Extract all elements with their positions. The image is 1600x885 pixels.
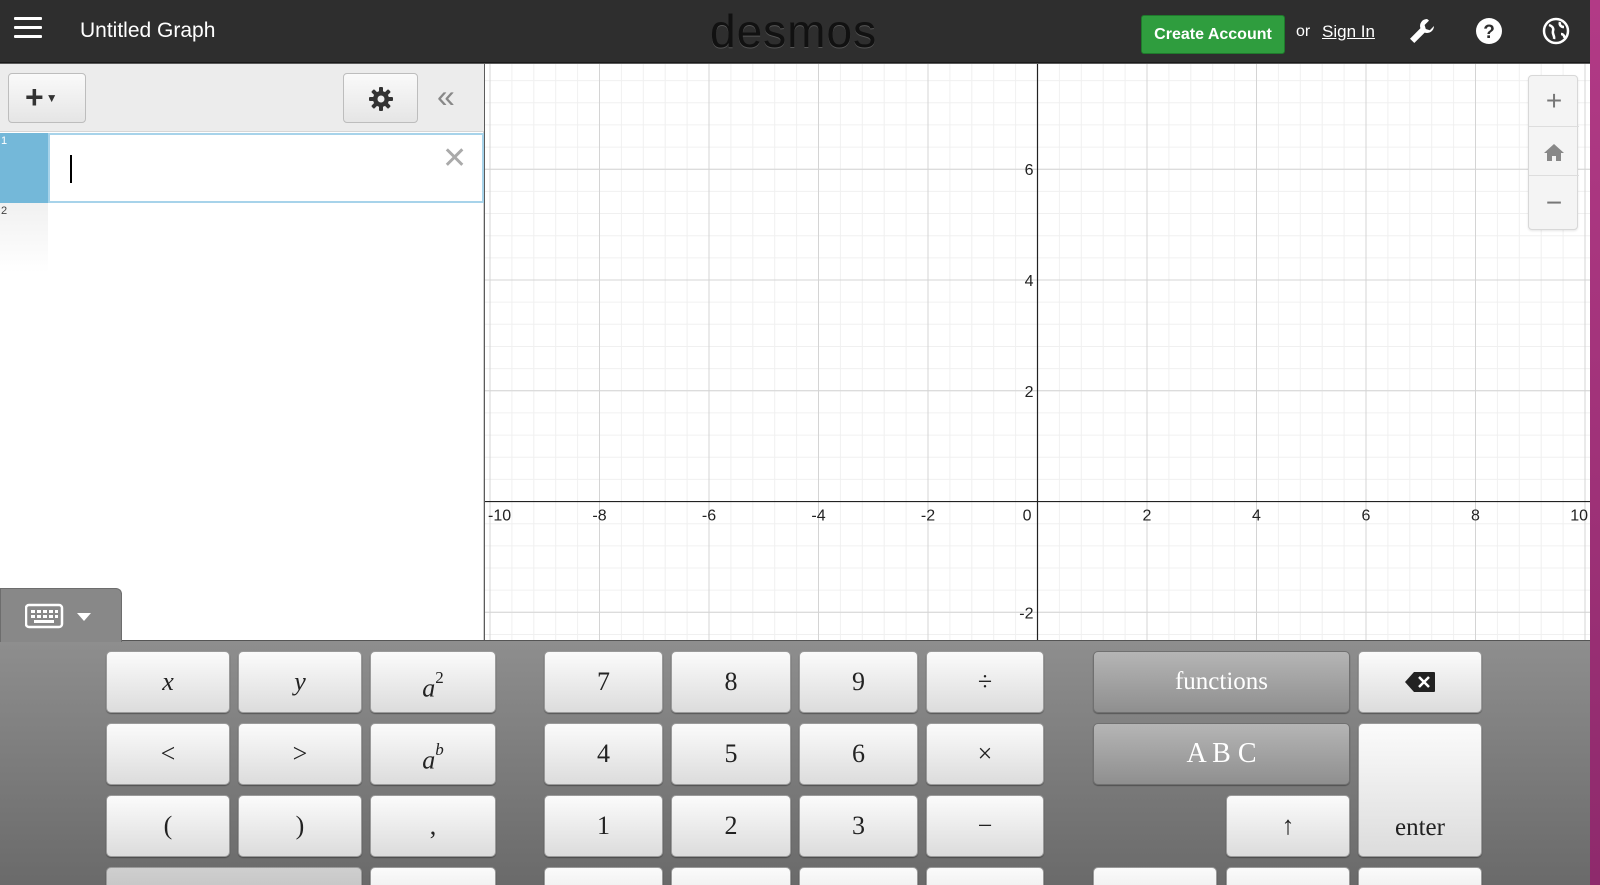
key-2[interactable]: 2 [671, 795, 791, 857]
y-tick-label: 4 [1025, 273, 1034, 290]
expression-tab[interactable]: 2 [0, 203, 48, 273]
y-tick-label: 6 [1025, 162, 1034, 179]
key-9[interactable]: 9 [799, 651, 918, 713]
abc-button[interactable]: A B C [1093, 723, 1350, 785]
key-exp-2: 2 [435, 668, 444, 687]
graph-canvas[interactable]: -10 -8 -6 -4 -2 0 2 4 6 8 10 6 4 2 -2 [485, 64, 1590, 640]
or-label: or [1296, 23, 1311, 40]
keyboard-key[interactable] [1093, 867, 1217, 885]
svg-text:?: ? [1483, 22, 1495, 43]
x-tick-label: -10 [488, 508, 511, 525]
wrench-icon[interactable] [1405, 14, 1439, 48]
expression-tab[interactable]: 1 [0, 133, 48, 203]
add-item-button[interactable]: + ▼ [8, 73, 86, 123]
key-4[interactable]: 4 [544, 723, 663, 785]
keyboard-key[interactable] [926, 867, 1044, 885]
gear-icon [369, 87, 393, 111]
keyboard-toggle-button[interactable] [0, 588, 122, 642]
key-multiply[interactable]: × [926, 723, 1044, 785]
x-tick-label: 8 [1471, 508, 1480, 525]
keyboard-key[interactable] [106, 867, 362, 885]
shift-up-button[interactable]: ↑ [1226, 795, 1350, 857]
math-keyboard: x y a2 < > ab ( ) , 7 8 9 ÷ 4 5 6 × 1 2 … [0, 640, 1590, 885]
enter-button[interactable]: enter [1358, 723, 1482, 857]
key-x[interactable]: x [106, 651, 230, 713]
expression-number: 2 [1, 205, 8, 217]
keyboard-key[interactable] [671, 867, 791, 885]
key-less-than[interactable]: < [106, 723, 230, 785]
key-right-paren[interactable]: ) [238, 795, 362, 857]
zoom-in-button[interactable]: + [1529, 76, 1579, 126]
expression-input[interactable]: ✕ [48, 133, 484, 203]
delete-expression-icon[interactable]: ✕ [442, 141, 467, 176]
zoom-controls: + − [1528, 75, 1579, 230]
graph-paper[interactable]: -10 -8 -6 -4 -2 0 2 4 6 8 10 6 4 2 -2 [485, 64, 1590, 640]
x-tick-label: -8 [592, 508, 606, 525]
key-5[interactable]: 5 [671, 723, 791, 785]
expression-row[interactable]: 1 ✕ [0, 133, 484, 203]
y-tick-label: 2 [1025, 384, 1034, 401]
x-tick-label: 0 [1023, 508, 1032, 525]
key-greater-than[interactable]: > [238, 723, 362, 785]
x-tick-label: 6 [1362, 508, 1371, 525]
key-power[interactable]: ab [370, 723, 496, 785]
x-tick-label: 10 [1570, 508, 1588, 525]
x-tick-label: -4 [811, 508, 825, 525]
text-cursor [70, 155, 72, 183]
key-base-a: a [422, 673, 436, 703]
expression-list-panel: + ▼ « 1 ✕ 2 [0, 64, 484, 640]
key-minus[interactable]: − [926, 795, 1044, 857]
key-comma[interactable]: , [370, 795, 496, 857]
expression-row[interactable]: 2 [0, 203, 484, 273]
globe-icon[interactable] [1539, 14, 1573, 48]
x-tick-label: 2 [1143, 508, 1152, 525]
key-y[interactable]: y [238, 651, 362, 713]
expression-number: 1 [1, 135, 8, 147]
zoom-out-button[interactable]: − [1529, 178, 1579, 228]
key-7[interactable]: 7 [544, 651, 663, 713]
functions-button[interactable]: functions [1093, 651, 1350, 713]
x-tick-label: -2 [921, 508, 935, 525]
hamburger-menu-icon[interactable] [14, 17, 42, 45]
x-tick-label: 4 [1252, 508, 1261, 525]
keyboard-key[interactable] [1226, 867, 1350, 885]
create-account-button[interactable]: Create Account [1141, 15, 1285, 54]
keyboard-icon [25, 603, 91, 629]
home-icon[interactable] [1529, 126, 1579, 176]
graph-settings-button[interactable] [343, 73, 418, 123]
keyboard-key[interactable] [1358, 867, 1482, 885]
desmos-logo: desmos [710, 5, 878, 57]
key-6[interactable]: 6 [799, 723, 918, 785]
key-base-a: a [422, 745, 436, 775]
keyboard-key[interactable] [799, 867, 918, 885]
x-tick-label: -6 [702, 508, 716, 525]
sign-in-link[interactable]: Sign In [1322, 22, 1375, 42]
enter-label: enter [1395, 814, 1445, 841]
backspace-icon [1405, 672, 1435, 692]
graph-title[interactable]: Untitled Graph [80, 19, 215, 43]
key-8[interactable]: 8 [671, 651, 791, 713]
key-exp-b: b [435, 740, 444, 759]
key-divide[interactable]: ÷ [926, 651, 1044, 713]
desktop-background [1590, 0, 1600, 885]
key-left-paren[interactable]: ( [106, 795, 230, 857]
collapse-panel-icon[interactable]: « [437, 80, 455, 112]
keyboard-key[interactable] [544, 867, 663, 885]
top-bar: Untitled Graph desmos Create Account or … [0, 0, 1590, 63]
expression-list-header: + ▼ « [0, 64, 484, 132]
key-squared[interactable]: a2 [370, 651, 496, 713]
key-1[interactable]: 1 [544, 795, 663, 857]
chevron-down-icon: ▼ [45, 91, 58, 105]
y-tick-label: -2 [1019, 605, 1033, 622]
help-icon[interactable]: ? [1472, 14, 1506, 48]
keyboard-key[interactable] [370, 867, 496, 885]
key-3[interactable]: 3 [799, 795, 918, 857]
backspace-button[interactable] [1358, 651, 1482, 713]
